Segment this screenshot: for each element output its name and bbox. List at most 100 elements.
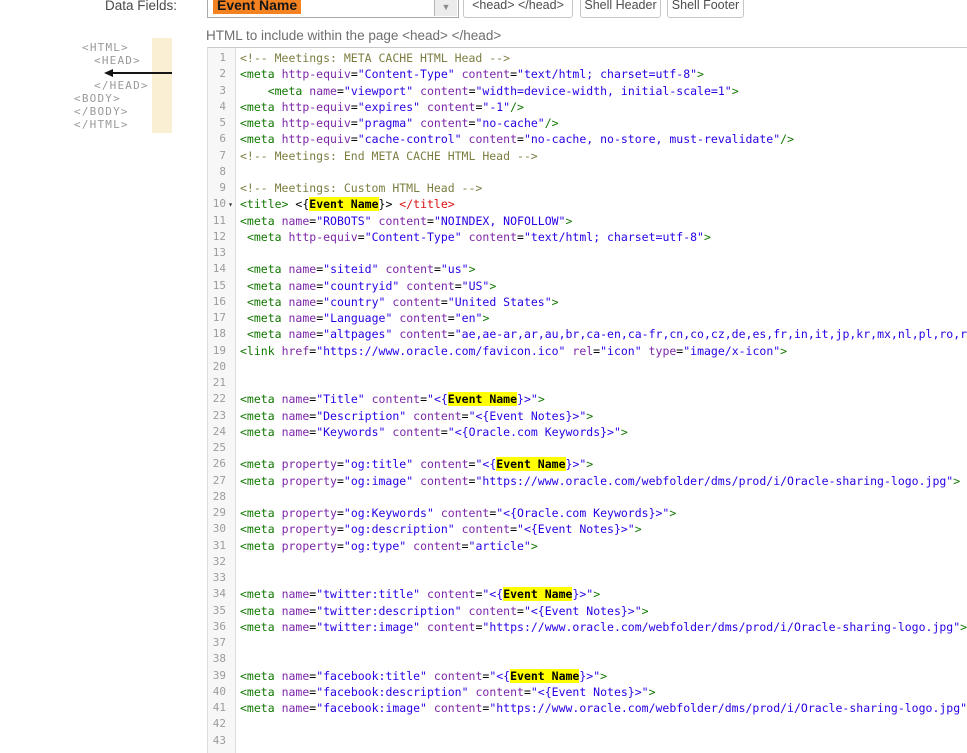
line-number: 34 xyxy=(212,587,226,601)
line-number: 43 xyxy=(212,733,226,747)
line-number: 22 xyxy=(212,392,226,406)
section-subtitle: HTML to include within the page <head> <… xyxy=(206,28,502,43)
code-line[interactable]: <meta property="og:type" content="articl… xyxy=(240,538,967,554)
diagram-tag-label: <HEAD> xyxy=(94,54,141,67)
line-number: 15 xyxy=(212,278,226,292)
code-line[interactable]: <meta name="altpages" content="ae,ae-ar,… xyxy=(240,326,967,342)
code-line[interactable]: <meta name="twitter:title" content="<{Ev… xyxy=(240,586,967,602)
line-number: 1 xyxy=(219,51,226,64)
shell-footer-button[interactable]: Shell Footer xyxy=(667,0,744,18)
code-line[interactable]: <meta name="twitter:description" content… xyxy=(240,603,967,619)
shell-header-button[interactable]: Shell Header xyxy=(580,0,661,18)
insert-head-tags-button[interactable]: <head> </head> xyxy=(463,0,573,18)
code-line[interactable] xyxy=(240,635,967,651)
code-line[interactable]: <meta name="facebook:description" conten… xyxy=(240,684,967,700)
code-line[interactable]: <meta name="twitter:image" content="http… xyxy=(240,619,967,635)
line-number: 2 xyxy=(219,67,226,81)
code-line[interactable]: <meta name="viewport" content="width=dev… xyxy=(240,83,967,99)
code-line[interactable] xyxy=(240,245,967,261)
code-line[interactable]: <link href="https://www.oracle.com/favic… xyxy=(240,343,967,359)
code-line[interactable] xyxy=(240,716,967,732)
line-number: 35 xyxy=(212,603,226,617)
line-number: 13 xyxy=(212,246,226,259)
code-line[interactable]: <meta name="Language" content="en"> xyxy=(240,310,967,326)
line-number: 28 xyxy=(212,489,226,503)
line-number: 5 xyxy=(219,116,226,129)
line-number: 21 xyxy=(212,376,226,389)
diagram-tag-label: </BODY> xyxy=(74,105,129,118)
diagram-tag-label: </HTML> xyxy=(74,118,129,131)
code-line[interactable]: <meta name="facebook:title" content="<{E… xyxy=(240,668,967,684)
code-line[interactable] xyxy=(240,375,967,391)
line-number: 10 ▾ xyxy=(212,197,233,211)
line-number-gutter: 1 2 3 4 5 6 7 8 9 10 ▾ 11 12 13 14 15 16 17 18 19 20 21 22 23 24… xyxy=(208,48,236,753)
html-structure-diagram: <HTML> <HEAD> </HEAD> <BODY> </BODY> </HTML> xyxy=(0,0,205,200)
line-number: 8 xyxy=(219,164,226,178)
code-line[interactable]: <!-- Meetings: Custom HTML Head --> xyxy=(240,180,967,196)
chevron-down-icon[interactable]: ▼ xyxy=(434,0,457,16)
line-number: 7 xyxy=(219,148,226,162)
code-line[interactable] xyxy=(240,489,967,505)
code-line[interactable]: <meta name="siteid" content="us"> xyxy=(240,261,967,277)
code-line[interactable] xyxy=(240,570,967,586)
line-number: 26 xyxy=(212,457,226,471)
code-line[interactable]: <meta name="Description" content="<{Even… xyxy=(240,408,967,424)
code-line[interactable] xyxy=(240,164,967,180)
line-number: 24 xyxy=(212,424,226,438)
code-line[interactable]: <title> <{Event Name}> </title> xyxy=(240,196,967,212)
code-editor[interactable]: 1 2 3 4 5 6 7 8 9 10 ▾ 11 12 13 14 15 16 17 18 19 20 21 22 23 24… xyxy=(207,47,967,753)
code-line[interactable]: <meta name="countryid" content="US"> xyxy=(240,278,967,294)
data-fields-select[interactable]: Event Name ▼ xyxy=(207,0,459,18)
line-number: 41 xyxy=(212,701,226,714)
code-line[interactable]: <meta property="og:title" content="<{Eve… xyxy=(240,456,967,472)
line-number: 40 xyxy=(212,684,226,698)
line-number: 29 xyxy=(212,506,226,519)
code-line[interactable]: <meta property="og:image" content="https… xyxy=(240,473,967,489)
code-line[interactable]: <meta name="ROBOTS" content="NOINDEX, NO… xyxy=(240,213,967,229)
line-number: 18 xyxy=(212,327,226,341)
line-number: 36 xyxy=(212,619,226,633)
code-line[interactable] xyxy=(240,733,967,749)
event-html-head-editor-screen: Data Fields: Event Name ▼ <head> </head>… xyxy=(0,0,967,753)
diagram-tag-label: <HTML> xyxy=(82,41,129,54)
code-area[interactable]: <!-- Meetings: META CACHE HTML Head --> <… xyxy=(236,48,967,753)
code-line[interactable]: <meta name="facebook:image" content="htt… xyxy=(240,700,967,716)
code-line[interactable] xyxy=(240,651,967,667)
line-number: 25 xyxy=(212,441,226,454)
code-line[interactable]: <meta name="country" content="United Sta… xyxy=(240,294,967,310)
code-line[interactable]: <meta property="og:Keywords" content="<{… xyxy=(240,505,967,521)
line-number: 6 xyxy=(219,132,226,146)
line-number: 27 xyxy=(212,473,226,487)
code-line[interactable]: <!-- Meetings: End META CACHE HTML Head … xyxy=(240,148,967,164)
code-line[interactable]: <!-- Meetings: META CACHE HTML Head --> xyxy=(240,50,967,66)
insertion-point-arrow-icon xyxy=(104,69,172,77)
line-number: 19 xyxy=(212,343,226,357)
line-number: 17 xyxy=(212,311,226,324)
code-line[interactable]: <meta property="og:description" content=… xyxy=(240,521,967,537)
code-line[interactable]: <meta http-equiv="expires" content="-1"/… xyxy=(240,99,967,115)
diagram-tag-label: <BODY> xyxy=(74,92,121,105)
line-number: 37 xyxy=(212,636,226,649)
line-number: 9 xyxy=(219,181,226,194)
code-line[interactable] xyxy=(240,359,967,375)
line-number: 33 xyxy=(212,571,226,584)
line-number: 20 xyxy=(212,359,226,373)
line-number: 38 xyxy=(212,652,226,666)
line-number: 4 xyxy=(219,99,226,113)
line-number: 39 xyxy=(212,668,226,682)
line-number: 16 xyxy=(212,294,226,308)
fold-toggle-icon[interactable]: ▾ xyxy=(228,200,233,209)
code-line[interactable] xyxy=(240,440,967,456)
code-line[interactable]: <meta name="Title" content="<{Event Name… xyxy=(240,391,967,407)
line-number: 32 xyxy=(212,554,226,568)
line-number: 42 xyxy=(212,717,226,731)
code-line[interactable]: <meta http-equiv="pragma" content="no-ca… xyxy=(240,115,967,131)
code-line[interactable]: <meta http-equiv="Content-Type" content=… xyxy=(240,229,967,245)
code-line[interactable]: <meta name="Keywords" content="<{Oracle.… xyxy=(240,424,967,440)
code-line[interactable]: <meta http-equiv="Content-Type" content=… xyxy=(240,66,967,82)
line-number: 3 xyxy=(219,83,226,97)
code-line[interactable] xyxy=(240,554,967,570)
head-region-bar xyxy=(152,38,172,133)
code-line[interactable]: <meta http-equiv="cache-control" content… xyxy=(240,131,967,147)
diagram-tag-label: </HEAD> xyxy=(94,79,149,92)
